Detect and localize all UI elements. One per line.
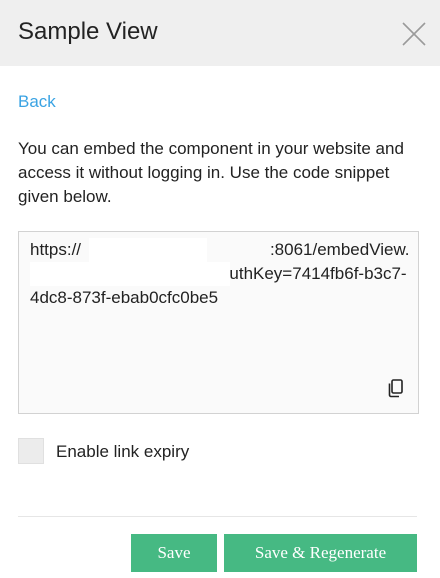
link-expiry-label: Enable link expiry xyxy=(56,442,190,461)
back-link[interactable]: Back xyxy=(18,91,56,113)
close-icon[interactable] xyxy=(401,21,427,47)
footer-divider xyxy=(18,516,417,517)
link-expiry-checkbox[interactable] xyxy=(18,438,44,464)
redacted-host xyxy=(30,262,230,286)
embed-description: You can embed the component in your webs… xyxy=(18,139,404,206)
embed-code-box[interactable]: https:// :8061/embedView.do?type=cctv&cc… xyxy=(18,231,419,414)
redacted-host xyxy=(89,238,207,262)
dialog-header: Sample View xyxy=(0,0,440,66)
save-button[interactable]: Save xyxy=(131,534,217,572)
dialog-title: Sample View xyxy=(18,18,158,45)
copy-icon[interactable] xyxy=(385,377,407,399)
save-regenerate-button[interactable]: Save & Regenerate xyxy=(224,534,417,572)
